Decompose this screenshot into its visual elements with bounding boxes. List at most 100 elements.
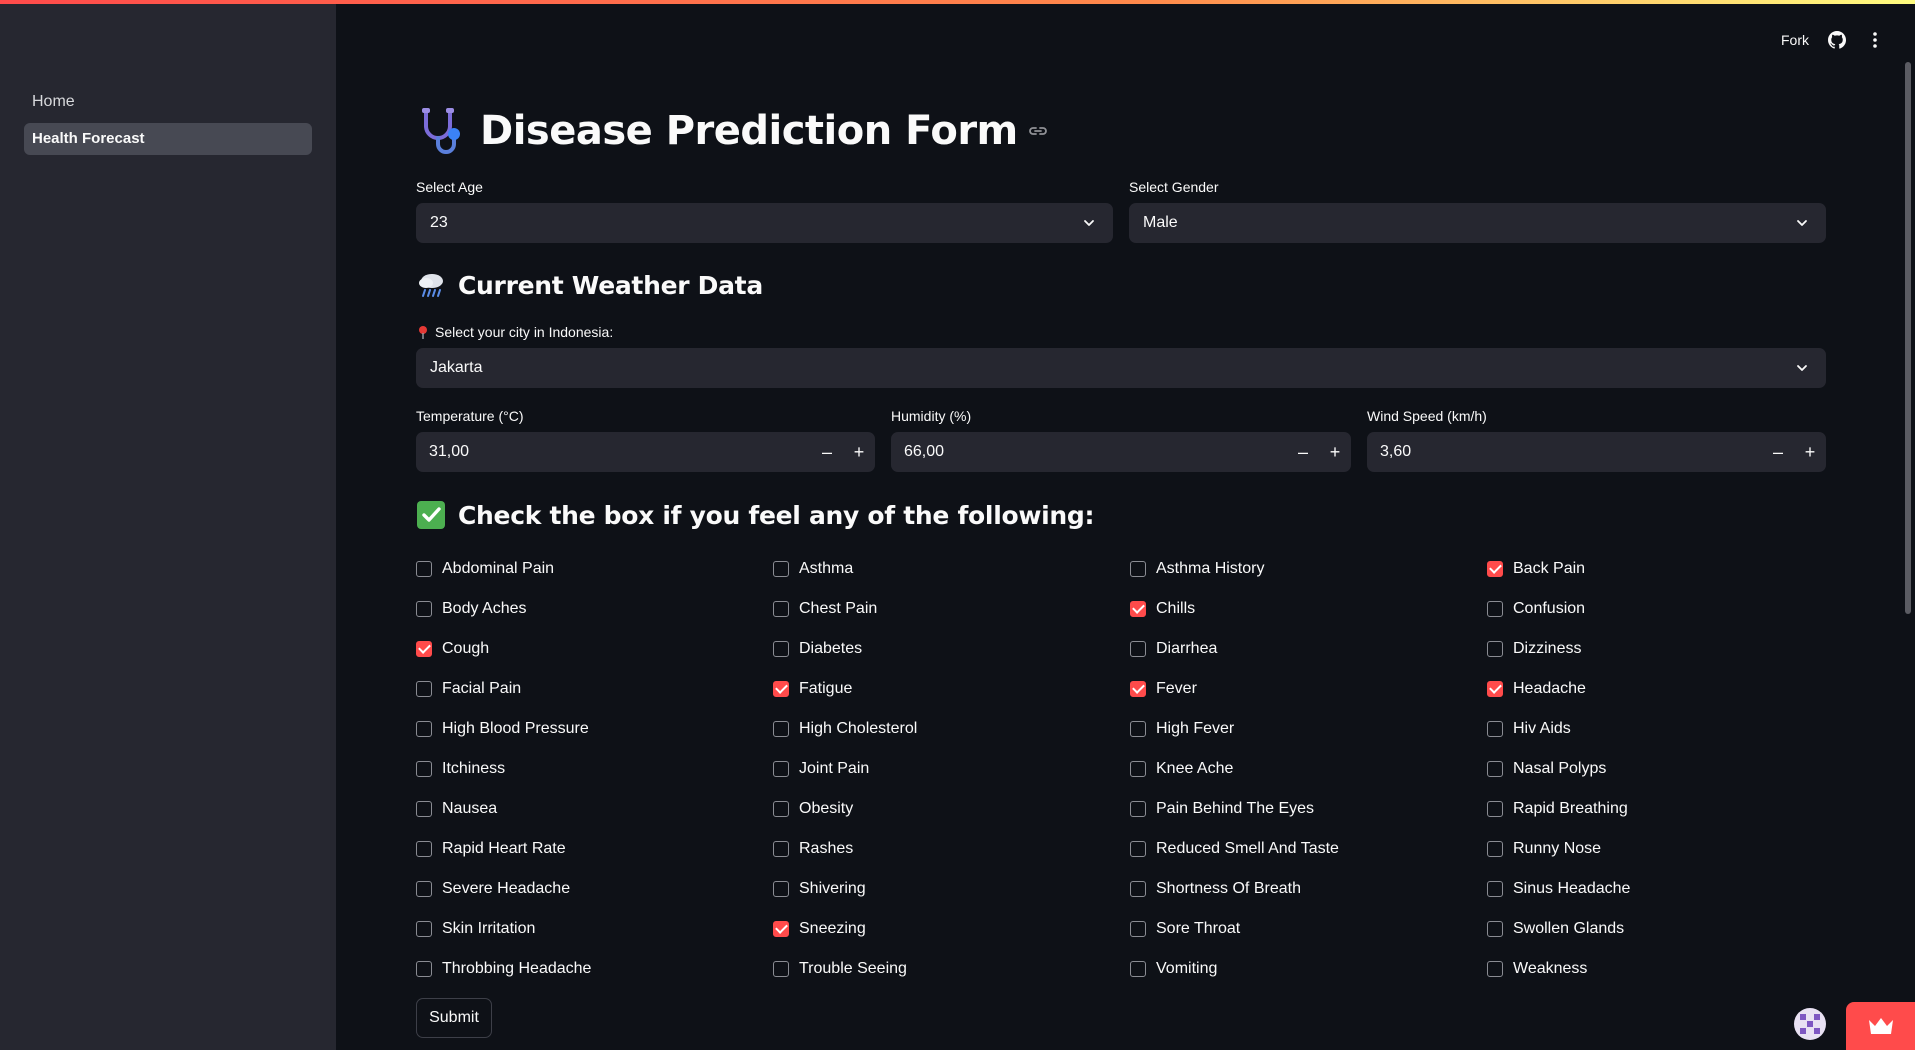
humidity-input[interactable]: 66,00 – +: [891, 432, 1351, 472]
streamlit-crown-icon[interactable]: [1846, 1002, 1915, 1050]
checkbox-box[interactable]: [1130, 961, 1146, 977]
humidity-increment-button[interactable]: +: [1319, 442, 1351, 463]
checkbox-sneezing[interactable]: Sneezing: [773, 920, 866, 938]
checkbox-high-blood-pressure[interactable]: High Blood Pressure: [416, 720, 589, 738]
checkbox-skin-irritation[interactable]: Skin Irritation: [416, 920, 535, 938]
temperature-input[interactable]: 31,00 – +: [416, 432, 875, 472]
checkbox-body-aches[interactable]: Body Aches: [416, 600, 527, 618]
checkbox-obesity[interactable]: Obesity: [773, 800, 853, 818]
checkbox-back-pain[interactable]: Back Pain: [1487, 560, 1585, 578]
checkbox-box[interactable]: [1130, 921, 1146, 937]
checkbox-box[interactable]: [1487, 601, 1503, 617]
checkbox-throbbing-headache[interactable]: Throbbing Headache: [416, 960, 591, 978]
checkbox-box[interactable]: [773, 881, 789, 897]
checkbox-box[interactable]: [416, 761, 432, 777]
city-select[interactable]: Jakarta: [416, 348, 1826, 388]
checkbox-box[interactable]: [1487, 721, 1503, 737]
checkbox-box[interactable]: [1130, 841, 1146, 857]
checkbox-box[interactable]: [1487, 961, 1503, 977]
checkbox-nasal-polyps[interactable]: Nasal Polyps: [1487, 760, 1606, 778]
checkbox-shortness-of-breath[interactable]: Shortness Of Breath: [1130, 880, 1301, 898]
checkbox-swollen-glands[interactable]: Swollen Glands: [1487, 920, 1624, 938]
kebab-menu-icon[interactable]: [1865, 30, 1885, 50]
checkbox-box[interactable]: [1130, 561, 1146, 577]
checkbox-reduced-smell-and-taste[interactable]: Reduced Smell And Taste: [1130, 840, 1339, 858]
checkbox-cough[interactable]: Cough: [416, 640, 489, 658]
gender-select[interactable]: Male: [1129, 203, 1826, 243]
checkbox-box[interactable]: [773, 761, 789, 777]
checkbox-fever[interactable]: Fever: [1130, 680, 1197, 698]
checkbox-asthma-history[interactable]: Asthma History: [1130, 560, 1264, 578]
checkbox-dizziness[interactable]: Dizziness: [1487, 640, 1581, 658]
checkbox-box[interactable]: [1487, 921, 1503, 937]
checkbox-box[interactable]: [1130, 601, 1146, 617]
checkbox-box[interactable]: [416, 641, 432, 657]
checkbox-vomiting[interactable]: Vomiting: [1130, 960, 1217, 978]
checkbox-itchiness[interactable]: Itchiness: [416, 760, 505, 778]
checkbox-facial-pain[interactable]: Facial Pain: [416, 680, 521, 698]
checkbox-box[interactable]: [416, 841, 432, 857]
checkbox-box[interactable]: [1130, 761, 1146, 777]
checkbox-rapid-heart-rate[interactable]: Rapid Heart Rate: [416, 840, 566, 858]
checkbox-fatigue[interactable]: Fatigue: [773, 680, 852, 698]
checkbox-rapid-breathing[interactable]: Rapid Breathing: [1487, 800, 1628, 818]
scrollbar[interactable]: [1905, 62, 1911, 614]
temperature-increment-button[interactable]: +: [843, 442, 875, 463]
checkbox-trouble-seeing[interactable]: Trouble Seeing: [773, 960, 907, 978]
checkbox-box[interactable]: [773, 721, 789, 737]
checkbox-box[interactable]: [1487, 801, 1503, 817]
checkbox-box[interactable]: [1487, 681, 1503, 697]
age-select[interactable]: 23: [416, 203, 1113, 243]
humidity-decrement-button[interactable]: –: [1287, 442, 1319, 463]
checkbox-box[interactable]: [416, 921, 432, 937]
checkbox-box[interactable]: [773, 561, 789, 577]
avatar[interactable]: [1794, 1008, 1826, 1040]
checkbox-nausea[interactable]: Nausea: [416, 800, 497, 818]
checkbox-box[interactable]: [1487, 761, 1503, 777]
checkbox-abdominal-pain[interactable]: Abdominal Pain: [416, 560, 554, 578]
checkbox-sore-throat[interactable]: Sore Throat: [1130, 920, 1240, 938]
checkbox-box[interactable]: [416, 721, 432, 737]
link-icon[interactable]: [1028, 121, 1048, 141]
checkbox-box[interactable]: [773, 641, 789, 657]
checkbox-box[interactable]: [416, 601, 432, 617]
checkbox-box[interactable]: [416, 801, 432, 817]
checkbox-box[interactable]: [773, 681, 789, 697]
checkbox-box[interactable]: [773, 961, 789, 977]
checkbox-box[interactable]: [1130, 641, 1146, 657]
checkbox-box[interactable]: [1487, 881, 1503, 897]
checkbox-asthma[interactable]: Asthma: [773, 560, 853, 578]
checkbox-box[interactable]: [773, 801, 789, 817]
checkbox-diarrhea[interactable]: Diarrhea: [1130, 640, 1217, 658]
checkbox-high-fever[interactable]: High Fever: [1130, 720, 1234, 738]
checkbox-chest-pain[interactable]: Chest Pain: [773, 600, 877, 618]
checkbox-runny-nose[interactable]: Runny Nose: [1487, 840, 1601, 858]
checkbox-headache[interactable]: Headache: [1487, 680, 1586, 698]
checkbox-box[interactable]: [773, 921, 789, 937]
checkbox-box[interactable]: [773, 841, 789, 857]
checkbox-box[interactable]: [416, 561, 432, 577]
checkbox-high-cholesterol[interactable]: High Cholesterol: [773, 720, 917, 738]
checkbox-box[interactable]: [1130, 801, 1146, 817]
checkbox-chills[interactable]: Chills: [1130, 600, 1195, 618]
checkbox-pain-behind-the-eyes[interactable]: Pain Behind The Eyes: [1130, 800, 1314, 818]
checkbox-knee-ache[interactable]: Knee Ache: [1130, 760, 1233, 778]
checkbox-box[interactable]: [773, 601, 789, 617]
checkbox-rashes[interactable]: Rashes: [773, 840, 853, 858]
checkbox-box[interactable]: [416, 881, 432, 897]
checkbox-hiv-aids[interactable]: Hiv Aids: [1487, 720, 1571, 738]
submit-button[interactable]: Submit: [416, 998, 492, 1038]
wind-speed-increment-button[interactable]: +: [1794, 442, 1826, 463]
checkbox-confusion[interactable]: Confusion: [1487, 600, 1585, 618]
checkbox-weakness[interactable]: Weakness: [1487, 960, 1587, 978]
checkbox-box[interactable]: [1130, 881, 1146, 897]
checkbox-sinus-headache[interactable]: Sinus Headache: [1487, 880, 1630, 898]
checkbox-joint-pain[interactable]: Joint Pain: [773, 760, 869, 778]
wind-speed-input[interactable]: 3,60 – +: [1367, 432, 1826, 472]
checkbox-box[interactable]: [416, 961, 432, 977]
checkbox-diabetes[interactable]: Diabetes: [773, 640, 862, 658]
checkbox-severe-headache[interactable]: Severe Headache: [416, 880, 570, 898]
sidebar-item-home[interactable]: Home: [24, 86, 312, 118]
wind-speed-decrement-button[interactable]: –: [1762, 442, 1794, 463]
checkbox-box[interactable]: [1487, 641, 1503, 657]
